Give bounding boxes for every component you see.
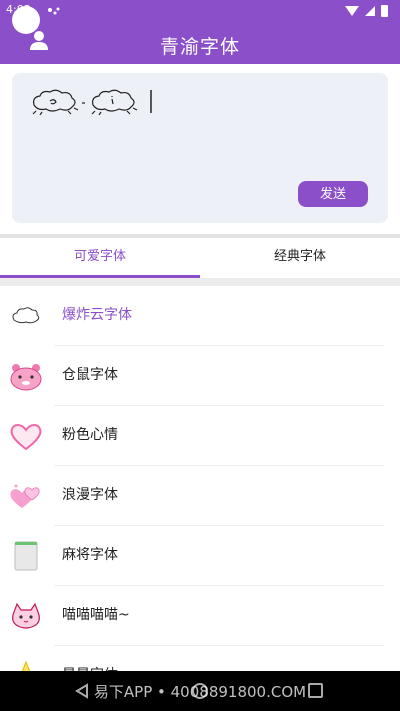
signal-icon [365,6,375,16]
status-dots-icon [48,7,60,15]
list-item[interactable]: 爆炸云字体 [0,286,400,346]
font-category-tabs: 可爱字体 经典字体 [0,238,400,278]
cat-icon [12,602,40,629]
page-title: 青渝字体 [159,36,240,58]
font-name: 浪漫字体 [62,487,118,503]
list-item[interactable]: 麻将字体 [0,526,400,586]
editor-area [0,64,400,234]
font-name: 麻将字体 [62,547,118,563]
pink-heart-icon [10,424,42,451]
divider [0,278,400,286]
battery-icon [381,5,388,17]
system-nav-bar: 易下APP • 4008891800.COM [0,671,400,711]
send-button[interactable]: 发送 [298,181,368,207]
cloud-icon [12,307,40,324]
font-name: 仓鼠字体 [62,367,118,383]
list-item[interactable]: 喵喵喵喵~ [0,586,400,646]
cloud-font-sample [32,89,152,115]
list-item[interactable]: 浪漫字体 [0,466,400,526]
romantic-heart-icon [10,484,40,508]
list-item[interactable]: 粉色心情 [0,406,400,466]
font-name: 粉色心情 [62,427,118,443]
wifi-icon [345,6,359,16]
tab-classic-fonts[interactable]: 经典字体 [200,238,400,278]
list-item[interactable]: 仓鼠字体 [0,346,400,406]
mahjong-tile-icon [14,541,38,571]
tab-cute-fonts[interactable]: 可爱字体 [0,238,200,278]
font-name: 爆炸云字体 [62,307,132,323]
font-name: 喵喵喵喵~ [62,607,130,623]
hamster-icon [10,364,42,391]
status-time: 4:03 [6,3,31,16]
watermark-text: 易下APP • 4008891800.COM [93,683,307,701]
app-bar: 4:03 青渝字体 [0,0,400,64]
status-indicators [345,5,388,17]
